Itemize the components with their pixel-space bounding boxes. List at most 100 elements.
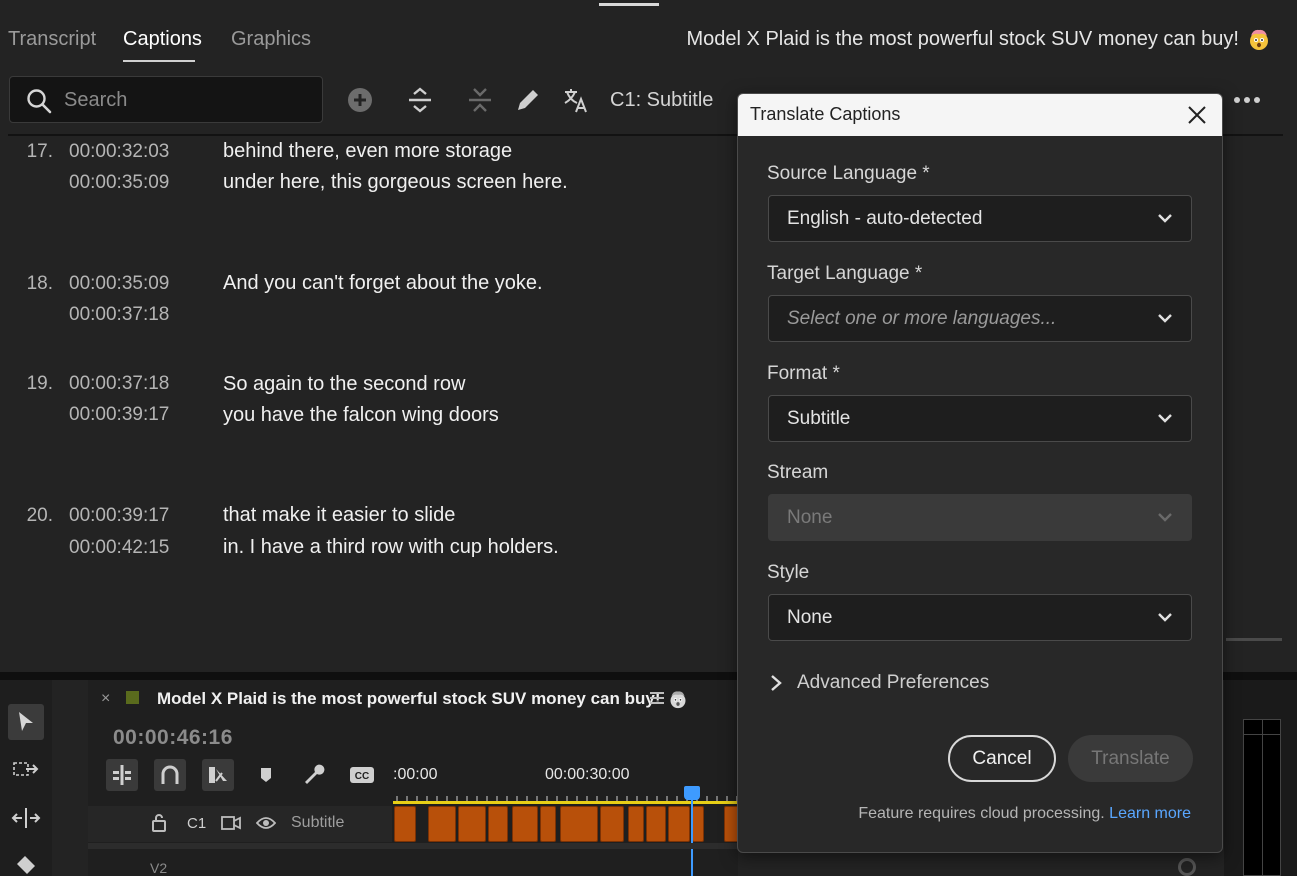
add-marker-button[interactable] bbox=[250, 759, 282, 791]
ripple-edit-tool-button[interactable] bbox=[8, 800, 44, 836]
timeline-timecode[interactable]: 00:00:46:16 bbox=[113, 726, 233, 750]
target-language-select[interactable]: Select one or more languages... bbox=[768, 295, 1192, 342]
caption-number: 18. bbox=[26, 273, 53, 294]
tab-captions[interactable]: Captions bbox=[123, 28, 202, 51]
style-value: None bbox=[787, 607, 833, 628]
caption-end-time[interactable]: 00:00:35:09 bbox=[69, 172, 169, 194]
zoom-scroll-handle[interactable] bbox=[1178, 858, 1196, 876]
lock-icon[interactable] bbox=[151, 813, 167, 833]
add-caption-button[interactable] bbox=[345, 85, 375, 115]
more-icon bbox=[1234, 97, 1260, 103]
caption-end-time[interactable]: 00:00:39:17 bbox=[69, 404, 169, 426]
footer-text: Feature requires cloud processing. bbox=[858, 805, 1105, 822]
horizontal-scrollbar[interactable] bbox=[1226, 638, 1282, 641]
advanced-preferences-label: Advanced Preferences bbox=[797, 672, 990, 693]
chevron-down-icon bbox=[1158, 513, 1172, 522]
search-icon bbox=[27, 89, 52, 114]
learn-more-link[interactable]: Learn more bbox=[1109, 805, 1191, 822]
sync-lock-icon[interactable] bbox=[221, 815, 241, 831]
caption-clip[interactable] bbox=[540, 806, 556, 842]
track-name-v2[interactable]: V2 bbox=[150, 860, 167, 876]
snap-button[interactable] bbox=[154, 759, 186, 791]
razor-tool-button[interactable] bbox=[8, 848, 44, 876]
caption-text-line[interactable]: And you can't forget about the yoke. bbox=[223, 272, 543, 295]
timeline-menu-button[interactable] bbox=[649, 690, 665, 706]
caption-number: 20. bbox=[26, 505, 53, 526]
source-language-value: English - auto-detected bbox=[787, 208, 983, 229]
ripple-edit-icon bbox=[11, 808, 41, 828]
advanced-preferences-toggle[interactable]: Advanced Preferences bbox=[769, 672, 989, 694]
work-area-bar[interactable] bbox=[393, 801, 738, 804]
translate-captions-dialog: Translate Captions Source Language * Eng… bbox=[737, 93, 1223, 853]
caption-clip[interactable] bbox=[724, 806, 738, 842]
cancel-button[interactable]: Cancel bbox=[948, 735, 1056, 782]
timeline-close-button[interactable]: × bbox=[101, 690, 110, 708]
top-tab-bar: Transcript Captions Graphics Model X Pla… bbox=[0, 0, 1297, 66]
selection-arrow-icon bbox=[19, 712, 33, 731]
style-select[interactable]: None bbox=[768, 594, 1192, 641]
track-select-tool-button[interactable] bbox=[8, 752, 44, 788]
caption-start-time[interactable]: 00:00:37:18 bbox=[69, 373, 169, 395]
source-language-select[interactable]: English - auto-detected bbox=[768, 195, 1192, 242]
caption-clip[interactable] bbox=[628, 806, 644, 842]
caption-text-line[interactable]: behind there, even more storage bbox=[223, 140, 512, 163]
format-select[interactable]: Subtitle bbox=[768, 395, 1192, 442]
timeline-title: Model X Plaid is the most powerful stock… bbox=[157, 689, 688, 709]
caption-start-time[interactable]: 00:00:35:09 bbox=[69, 273, 169, 295]
close-icon[interactable] bbox=[1186, 104, 1208, 126]
caption-clip[interactable] bbox=[512, 806, 538, 842]
caption-text-line[interactable]: you have the falcon wing doors bbox=[223, 404, 499, 427]
caption-clip[interactable] bbox=[646, 806, 666, 842]
caption-end-time[interactable]: 00:00:42:15 bbox=[69, 537, 169, 559]
caption-text-line[interactable]: that make it easier to slide bbox=[223, 504, 455, 527]
timeline-settings-button[interactable] bbox=[298, 759, 330, 791]
linked-selection-button[interactable] bbox=[202, 759, 234, 791]
search-box[interactable] bbox=[9, 76, 323, 123]
track-separator bbox=[88, 843, 738, 849]
panel-drag-indicator[interactable] bbox=[599, 3, 659, 6]
caption-clip[interactable] bbox=[560, 806, 598, 842]
collapse-captions-button[interactable] bbox=[465, 85, 495, 115]
track-name[interactable]: C1 bbox=[187, 815, 206, 832]
captions-display-button[interactable]: CC bbox=[346, 759, 378, 791]
format-label: Format * bbox=[767, 363, 840, 384]
caption-clip[interactable] bbox=[692, 806, 704, 842]
caption-text-line[interactable]: So again to the second row bbox=[223, 373, 465, 396]
eye-icon[interactable] bbox=[256, 816, 276, 830]
caption-clip[interactable] bbox=[428, 806, 456, 842]
caption-end-time[interactable]: 00:00:37:18 bbox=[69, 304, 169, 326]
target-language-placeholder: Select one or more languages... bbox=[787, 308, 1057, 329]
more-options-button[interactable] bbox=[1232, 88, 1262, 112]
track-select-icon bbox=[13, 762, 39, 776]
caption-clip[interactable] bbox=[600, 806, 624, 842]
selection-tool-button[interactable] bbox=[8, 704, 44, 740]
tab-transcript[interactable]: Transcript bbox=[8, 28, 96, 51]
caption-clips bbox=[392, 805, 738, 843]
track-label: Subtitle bbox=[291, 814, 345, 831]
sequence-title-text: Model X Plaid is the most powerful stock… bbox=[686, 27, 1239, 50]
caption-text-line[interactable]: under here, this gorgeous screen here. bbox=[223, 171, 568, 194]
search-input[interactable] bbox=[64, 83, 314, 117]
dialog-title: Translate Captions bbox=[750, 104, 901, 124]
caption-text-line[interactable]: in. I have a third row with cup holders. bbox=[223, 536, 559, 559]
tab-graphics[interactable]: Graphics bbox=[231, 28, 311, 51]
playhead-line bbox=[691, 798, 693, 876]
caption-clip[interactable] bbox=[394, 806, 416, 842]
magnet-icon bbox=[161, 765, 179, 784]
caption-clip[interactable] bbox=[488, 806, 508, 842]
caption-start-time[interactable]: 00:00:39:17 bbox=[69, 505, 169, 527]
caption-track-label[interactable]: C1: Subtitle bbox=[610, 89, 713, 112]
caption-clip[interactable] bbox=[668, 806, 690, 842]
timeline-title-text: Model X Plaid is the most powerful stock… bbox=[157, 689, 661, 708]
translate-button[interactable] bbox=[561, 85, 591, 115]
chevron-down-icon bbox=[1158, 613, 1172, 622]
chevron-down-icon bbox=[1158, 214, 1172, 223]
edit-caption-button[interactable] bbox=[513, 85, 543, 115]
nest-sequence-button[interactable] bbox=[106, 759, 138, 791]
expand-captions-button[interactable] bbox=[405, 85, 435, 115]
caption-start-time[interactable]: 00:00:32:03 bbox=[69, 141, 169, 163]
translate-icon bbox=[564, 89, 587, 113]
marker-icon bbox=[261, 768, 271, 782]
caption-clip[interactable] bbox=[458, 806, 486, 842]
stream-select: None bbox=[768, 494, 1192, 541]
